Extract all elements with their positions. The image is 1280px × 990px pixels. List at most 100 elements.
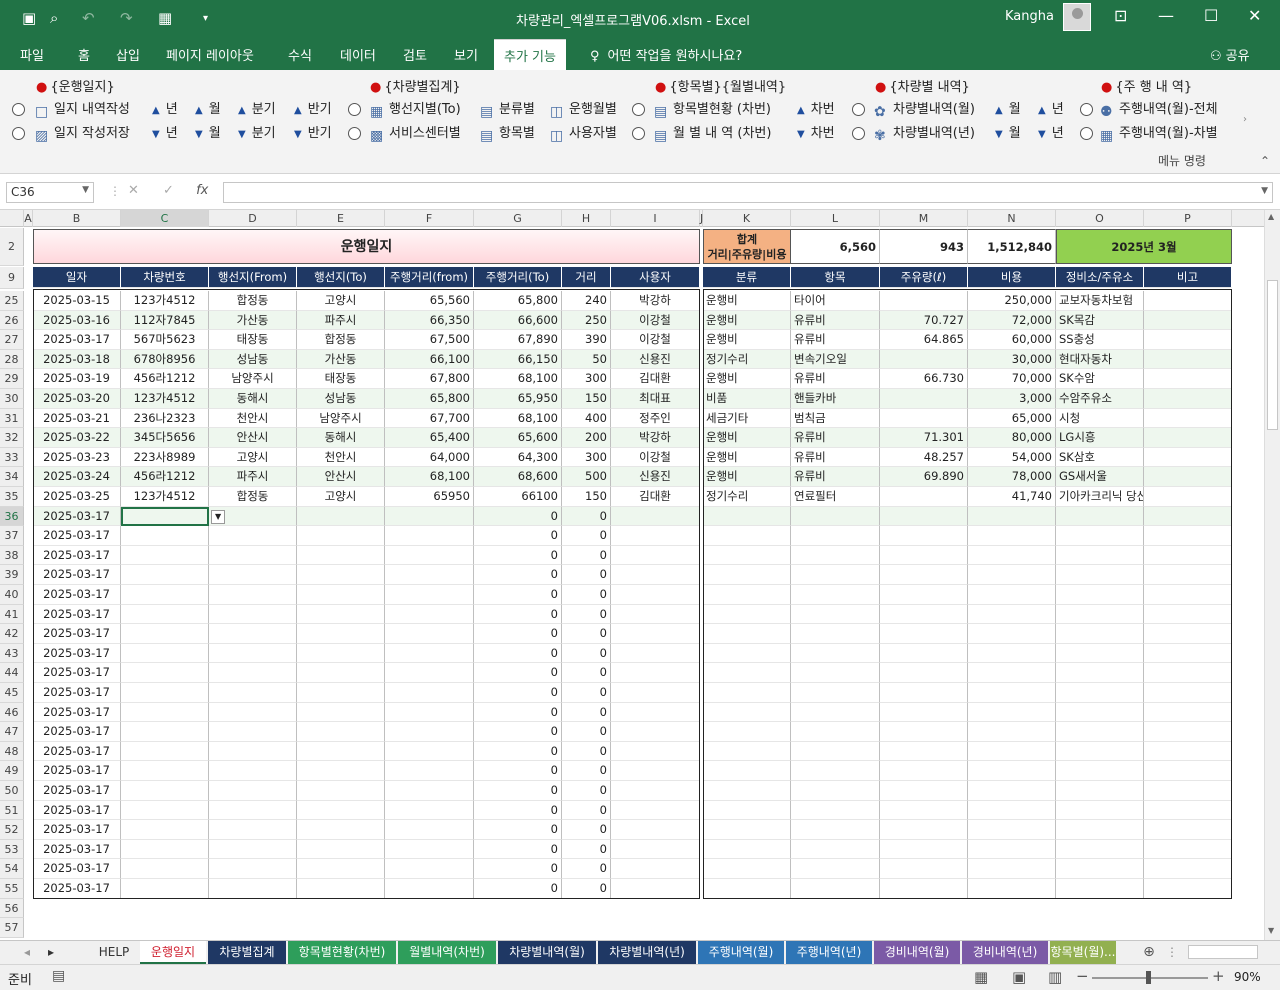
tab-3[interactable]: 페이지 레이아웃 — [166, 45, 254, 64]
ribbon-display-icon[interactable]: ⊡ — [1114, 6, 1127, 25]
row-header[interactable]: 34 — [0, 467, 24, 487]
ribbon-item-row2-9[interactable]: ▼ 차번 — [797, 122, 835, 141]
row-header[interactable]: 27 — [0, 330, 24, 350]
row-header[interactable]: 33 — [0, 447, 24, 468]
prev-sheet-icon[interactable]: ◂ — [20, 941, 34, 964]
ribbon-item-row1-3[interactable]: ▲ 분기 — [238, 98, 276, 117]
row-header[interactable]: 49 — [0, 761, 24, 781]
tab-6[interactable]: 검토 — [403, 45, 427, 64]
sheet-tab-0[interactable]: HELP — [90, 941, 138, 964]
close-icon[interactable]: ✕ — [1248, 6, 1261, 25]
ribbon-item-row2-3[interactable]: ▼ 분기 — [238, 122, 276, 141]
row-header[interactable]: 28 — [0, 349, 24, 370]
row-header[interactable]: 55 — [0, 879, 24, 899]
avatar[interactable] — [1063, 3, 1091, 31]
option-radio[interactable] — [852, 103, 865, 116]
column-header-I[interactable]: I — [611, 210, 700, 227]
row-header[interactable]: 51 — [0, 800, 24, 821]
ribbon-item-row2-13[interactable]: ▦ 주행내역(월)-차별 — [1100, 122, 1218, 144]
ribbon-item-row2-2[interactable]: ▼ 월 — [195, 122, 221, 141]
sheet-tab-10[interactable]: 경비내역(년) — [962, 941, 1048, 964]
row-header[interactable]: 31 — [0, 408, 24, 429]
customize-qat-icon[interactable]: ▾ — [203, 13, 208, 24]
column-header-C[interactable]: C — [121, 210, 209, 227]
sheet-tab-5[interactable]: 차량별내역(월) — [498, 941, 596, 964]
sheet-tab-11[interactable]: 항목별(월)... — [1050, 941, 1116, 964]
ribbon-item-row1-12[interactable]: ▲ 년 — [1038, 98, 1064, 117]
ribbon-item-row1-8[interactable]: ▤ 항목별현황 (차번) — [654, 98, 771, 120]
ribbon-item-row2-0[interactable]: ▨ 일지 작성저장 — [35, 122, 130, 144]
row-header[interactable]: 29 — [0, 369, 24, 389]
zoom-out-icon[interactable]: − — [1076, 967, 1089, 985]
option-radio[interactable] — [348, 103, 361, 116]
row-header[interactable]: 26 — [0, 310, 24, 331]
add-sheet-icon[interactable]: ⊕ — [1140, 941, 1158, 964]
row-header[interactable]: 52 — [0, 820, 24, 840]
sheet-tab-2[interactable]: 차량별집계 — [208, 941, 286, 964]
column-header-M[interactable]: M — [880, 210, 968, 227]
ribbon-item-row1-4[interactable]: ▲ 반기 — [294, 98, 332, 117]
expand-formula-icon[interactable]: ▼ — [1261, 186, 1268, 196]
option-radio[interactable] — [632, 103, 645, 116]
row-header[interactable]: 47 — [0, 722, 24, 742]
scroll-up-icon[interactable]: ▲ — [1268, 212, 1274, 221]
tab-4[interactable]: 수식 — [288, 45, 312, 64]
name-box[interactable]: C36 ▼ — [6, 182, 94, 203]
ribbon-item-row1-0[interactable]: □ 일지 내역작성 — [35, 98, 130, 120]
sheet-tab-9[interactable]: 경비내역(월) — [874, 941, 960, 964]
row-header[interactable]: 50 — [0, 781, 24, 801]
column-header-K[interactable]: K — [703, 210, 791, 227]
row-header[interactable]: 2 — [0, 228, 24, 266]
option-radio[interactable] — [1080, 103, 1093, 116]
row-header[interactable]: 36 — [0, 506, 24, 527]
formula-input[interactable]: ▼ — [223, 182, 1273, 203]
tab-0[interactable]: 파일 — [20, 45, 44, 64]
cancel-icon[interactable]: ✕ — [128, 183, 139, 198]
tab-5[interactable]: 데이터 — [340, 45, 376, 64]
maximize-icon[interactable]: ☐ — [1204, 6, 1218, 25]
row-header[interactable]: 32 — [0, 428, 24, 448]
zoom-level[interactable]: 90% — [1234, 970, 1261, 984]
redo-icon[interactable]: ↷ — [120, 9, 133, 27]
ribbon-item-row2-4[interactable]: ▼ 반기 — [294, 122, 332, 141]
sheet-tab-3[interactable]: 항목별현황(차번) — [288, 941, 396, 964]
ribbon-item-row1-5[interactable]: ▦ 행선지별(To) — [370, 98, 461, 120]
row-header[interactable]: 25 — [0, 291, 24, 311]
ribbon-item-row1-2[interactable]: ▲ 월 — [195, 98, 221, 117]
row-header[interactable]: 56 — [0, 898, 24, 919]
column-header-A[interactable]: A — [24, 210, 33, 227]
row-header[interactable]: 48 — [0, 741, 24, 762]
scroll-down-icon[interactable]: ▼ — [1268, 926, 1274, 935]
ribbon-item-row1-13[interactable]: ⚉ 주행내역(월)-전체 — [1100, 98, 1218, 120]
minimize-icon[interactable]: — — [1158, 6, 1174, 25]
row-header[interactable]: 42 — [0, 624, 24, 644]
row-header[interactable]: 44 — [0, 663, 24, 683]
ribbon-item-row2-10[interactable]: ✾ 차량별내역(년) — [874, 122, 975, 144]
column-header-L[interactable]: L — [791, 210, 880, 227]
row-header[interactable]: 35 — [0, 487, 24, 507]
ribbon-item-row2-7[interactable]: ◫ 사용자별 — [550, 122, 617, 144]
row-header[interactable]: 45 — [0, 683, 24, 703]
option-radio[interactable] — [632, 127, 645, 140]
option-radio[interactable] — [348, 127, 361, 140]
share-button[interactable]: ⚇ 공유 — [1210, 45, 1250, 64]
tab-1[interactable]: 홈 — [78, 45, 90, 64]
column-header-P[interactable]: P — [1144, 210, 1232, 227]
ribbon-item-row1-11[interactable]: ▲ 월 — [995, 98, 1021, 117]
column-header-F[interactable]: F — [385, 210, 474, 227]
ribbon-item-row2-11[interactable]: ▼ 월 — [995, 122, 1021, 141]
option-radio[interactable] — [12, 103, 25, 116]
option-radio[interactable] — [12, 127, 25, 140]
row-header[interactable]: 30 — [0, 389, 24, 409]
ribbon-item-row2-1[interactable]: ▼ 년 — [152, 122, 178, 141]
ribbon-item-row2-8[interactable]: ▤ 월 별 내 역 (차번) — [654, 122, 771, 144]
save-icon[interactable]: ▣ — [22, 9, 36, 27]
ribbon-item-row1-7[interactable]: ◫ 운행월별 — [550, 98, 617, 120]
column-header-D[interactable]: D — [209, 210, 297, 227]
tab-7[interactable]: 보기 — [454, 45, 478, 64]
row-header[interactable]: 39 — [0, 565, 24, 585]
form-icon[interactable]: ▦ — [158, 9, 172, 27]
select-all-corner[interactable] — [0, 210, 24, 227]
row-header[interactable]: 54 — [0, 859, 24, 879]
sheet-tab-4[interactable]: 월별내역(차번) — [398, 941, 496, 964]
